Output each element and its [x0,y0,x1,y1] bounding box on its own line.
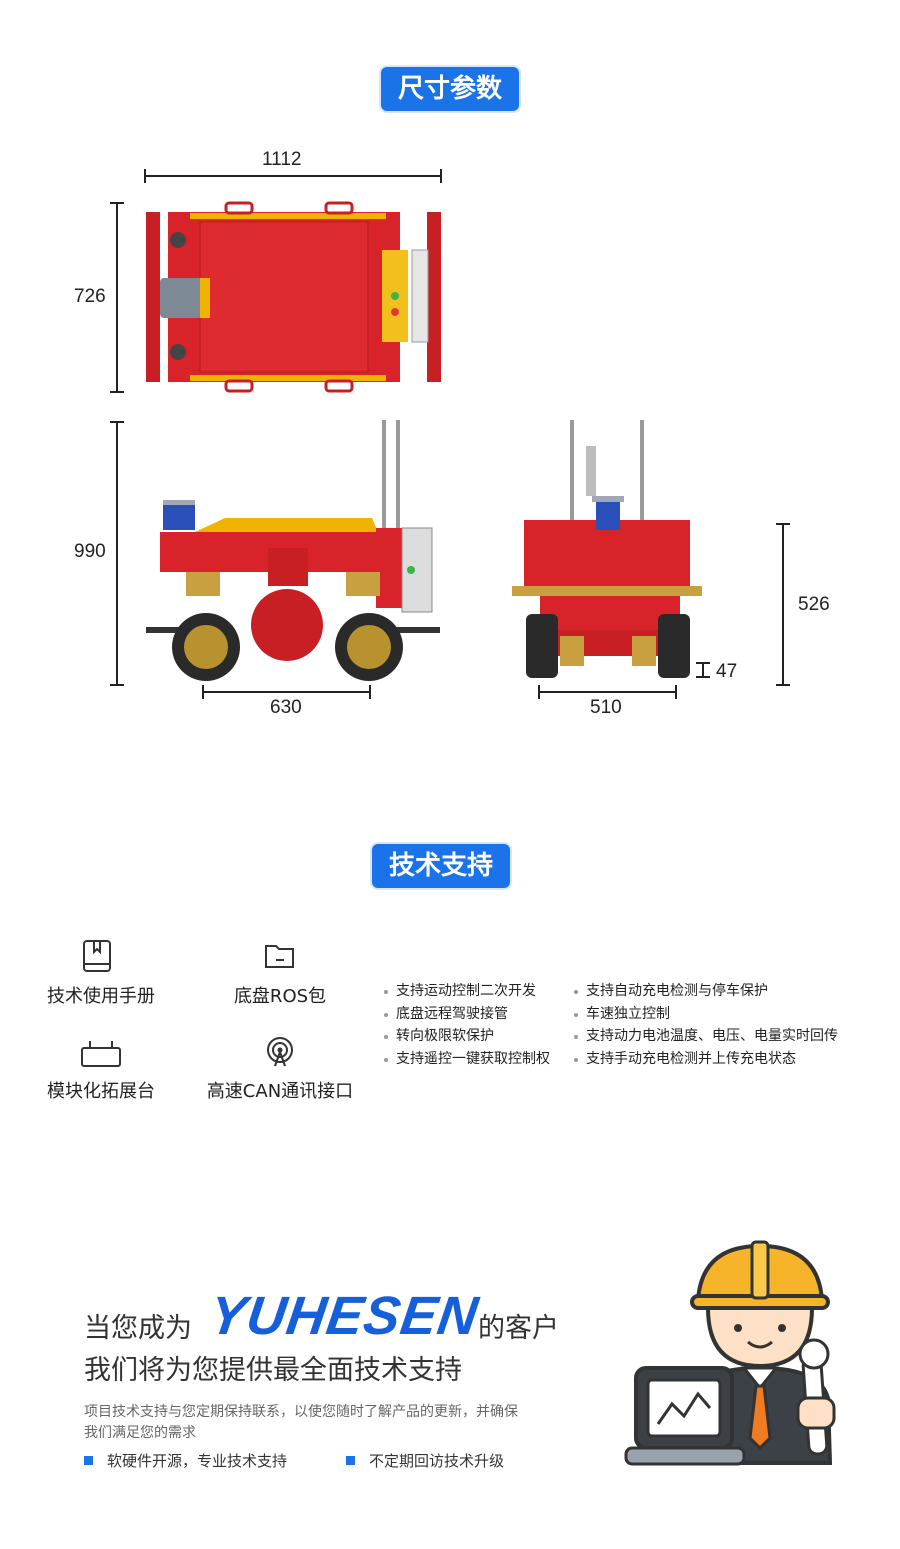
tech-item-expansion: 模块化拓展台 [47,1081,155,1102]
promo-description: 项目技术支持与您定期保持联系，以使您随时了解产品的更新，并确保我们满足您的需求 [84,1404,518,1441]
tech-section-title: 技术支持 [372,844,510,888]
robot-top-view [146,201,441,393]
list-item: 支持自动充电检测与停车保护 [574,980,838,1003]
tech-item-ros-package: 底盘ROS包 [233,986,327,1007]
promo-line1-suffix: 的客户 [478,1313,559,1344]
list-item: 车速独立控制 [574,1003,838,1026]
expansion-platform-icon [81,1041,121,1067]
robot-front-view [512,420,702,678]
feature-list-left: 支持运动控制二次开发 底盘远程驾驶接管 转向极限软保护 支持遥控一键获取控制权 [384,980,550,1070]
promo-bullet-1: 软硬件开源，专业技术支持 [84,1450,287,1471]
dim-front-height: 526 [798,594,830,615]
dimension-drawing [110,169,790,699]
promo-bullet-2-text: 不定期回访技术升级 [369,1452,505,1470]
dim-ground-clearance: 47 [716,661,738,682]
feature-list-right: 支持自动充电检测与停车保护 车速独立控制 支持动力电池温度、电压、电量实时回传 … [574,980,838,1070]
tech-item-manual: 技术使用手册 [47,986,155,1007]
dim-side-wheelbase: 630 [270,697,302,718]
promo-bullet-1-text: 软硬件开源，专业技术支持 [107,1452,288,1470]
promo-bullet-2: 不定期回访技术升级 [346,1450,504,1471]
folder-icon [265,945,294,968]
brand-logo: YUHESEN [205,1286,483,1346]
list-item: 支持手动充电检测并上传充电状态 [574,1048,838,1071]
signal-tower-icon [267,1037,293,1067]
list-item: 底盘远程驾驶接管 [384,1003,550,1026]
dim-top-width: 1112 [262,149,302,170]
list-item: 支持运动控制二次开发 [384,980,550,1003]
dim-front-track: 510 [590,697,622,718]
bullet-square-icon [84,1456,93,1465]
promo-line1-prefix: 当您成为 [84,1313,192,1344]
promo-line2: 我们将为您提供最全面技术支持 [84,1355,462,1386]
book-icon [83,940,111,972]
dim-side-height: 990 [74,541,106,562]
list-item: 转向极限软保护 [384,1025,550,1048]
engineer-illustration-icon [624,1240,836,1466]
tech-item-can-interface: 高速CAN通讯接口 [206,1081,354,1102]
bullet-square-icon [346,1456,355,1465]
dim-top-depth: 726 [74,286,106,307]
list-item: 支持遥控一键获取控制权 [384,1048,550,1071]
robot-side-view [146,420,440,681]
list-item: 支持动力电池温度、电压、电量实时回传 [574,1025,838,1048]
